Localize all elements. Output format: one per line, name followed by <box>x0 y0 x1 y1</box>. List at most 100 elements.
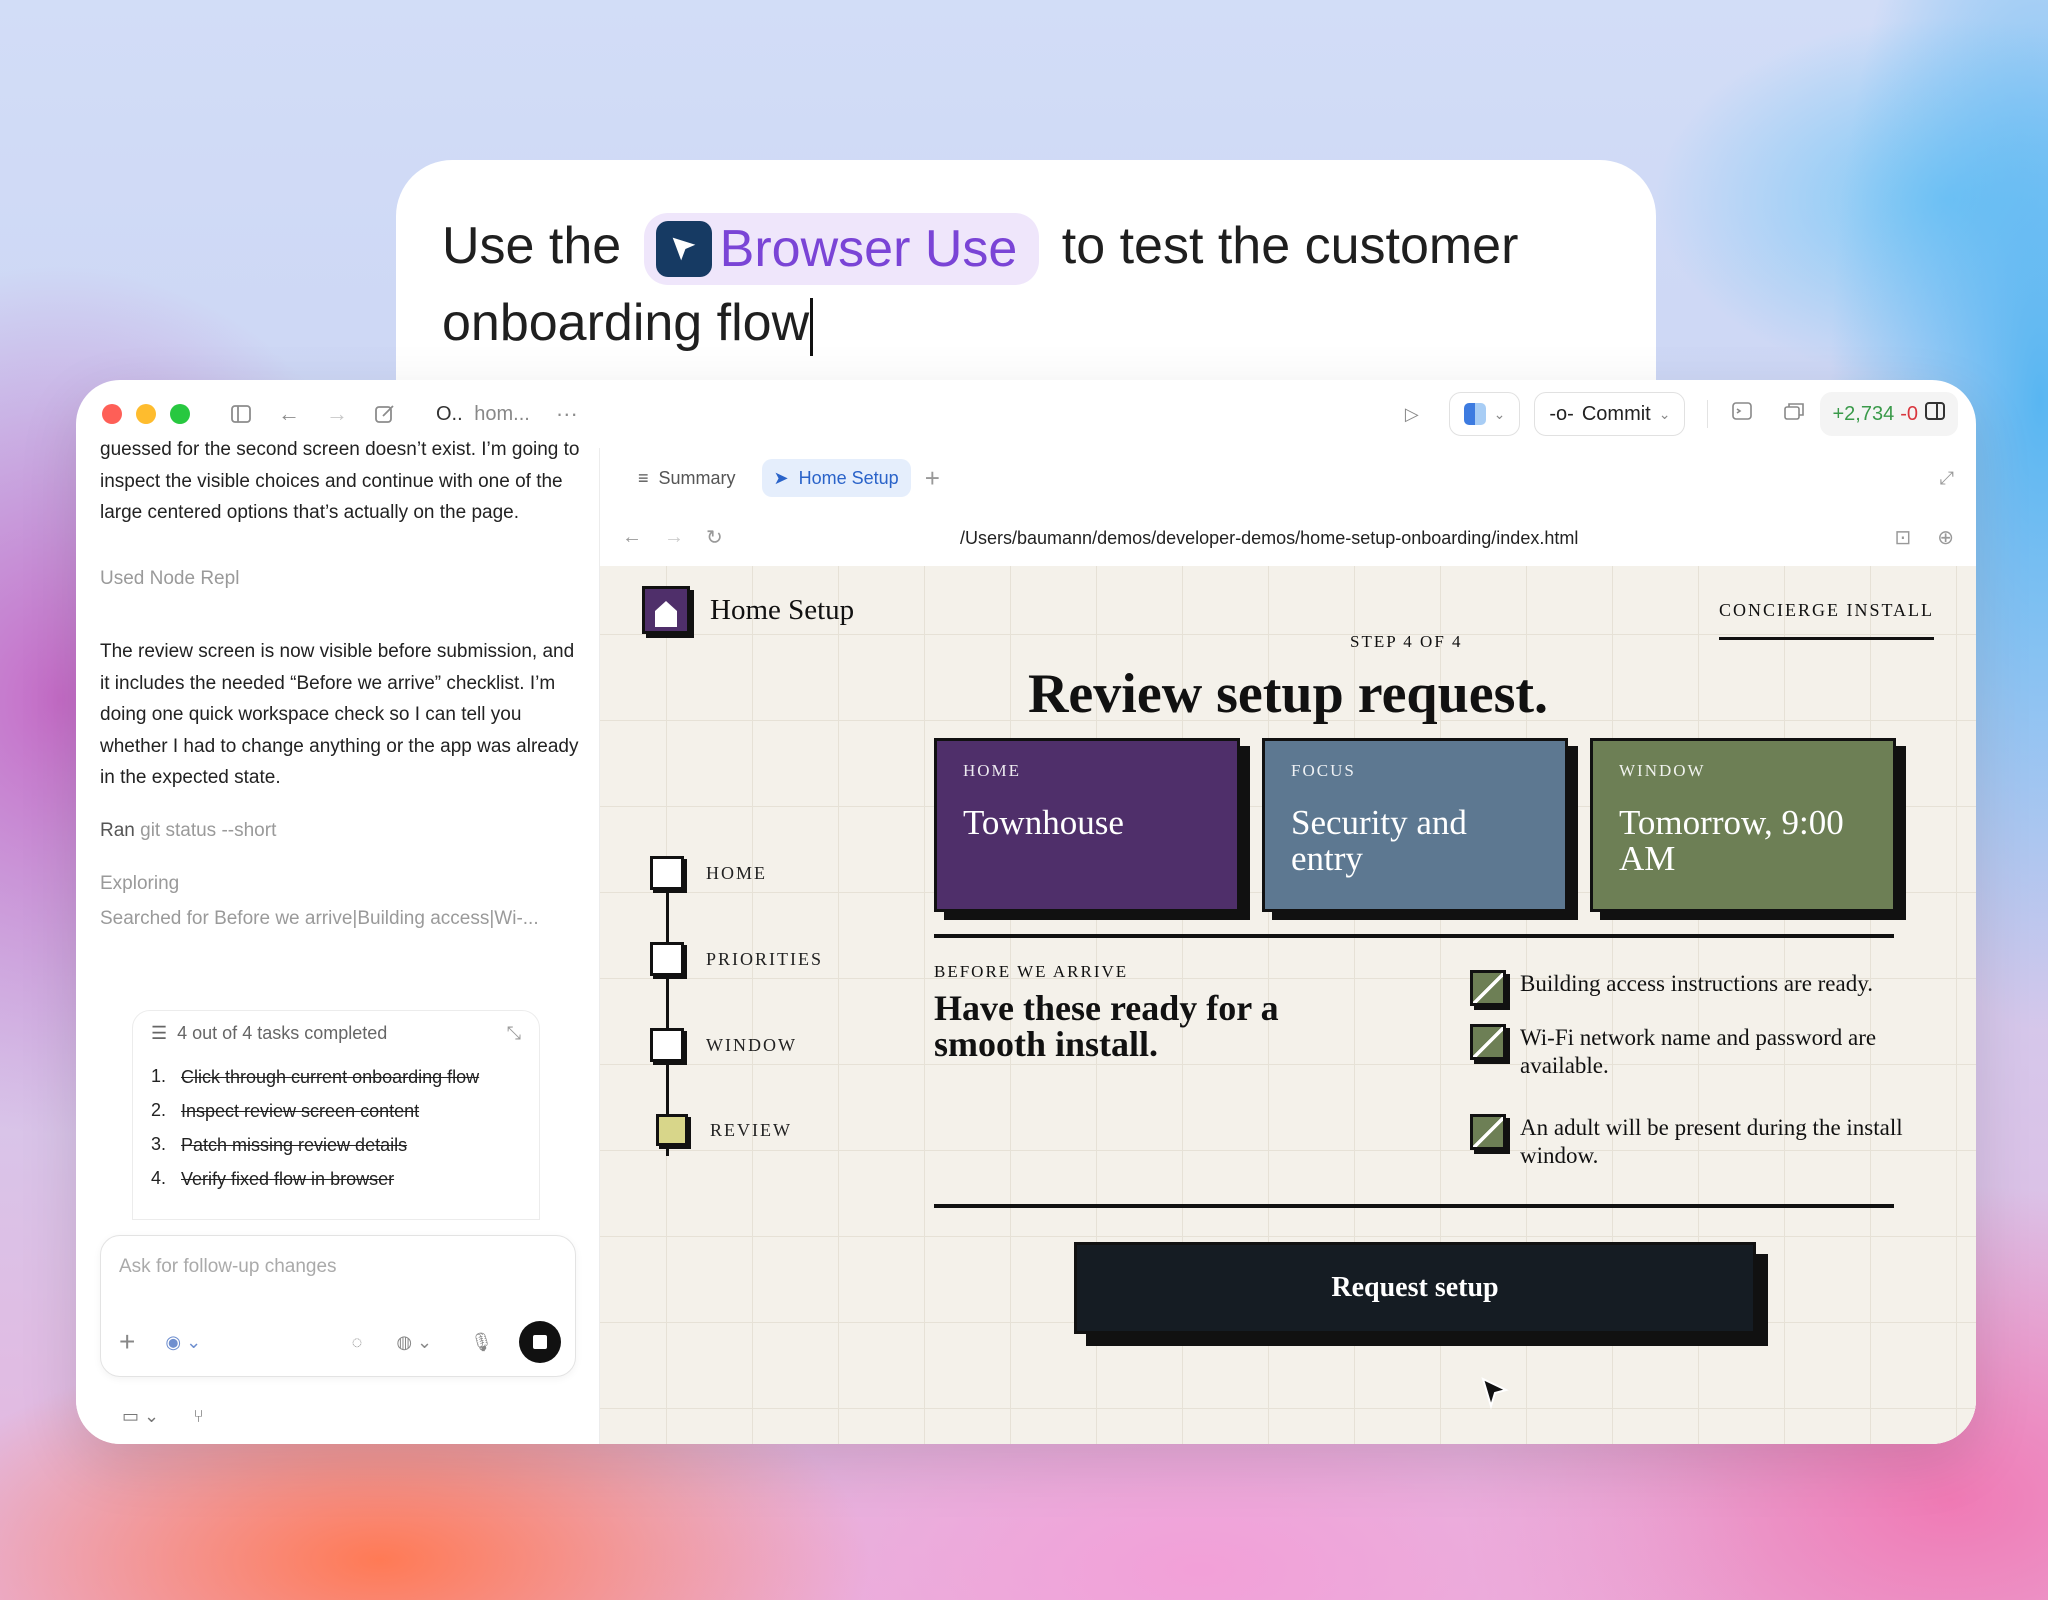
checkbox-icon <box>1470 1114 1506 1150</box>
step-label: PRIORITIES <box>706 948 824 969</box>
composer[interactable]: Ask for follow-up changes + ◉ ⌄ ◌ ◍ ⌄ 🎙 <box>100 1235 576 1377</box>
task-item: ⊘4.Verify fixed flow in browser <box>151 1168 1016 1191</box>
chevron-down-icon: ⌄ <box>1493 405 1506 422</box>
forward-arrow-icon[interactable]: → <box>326 401 348 427</box>
stepper-item-priorities[interactable]: PRIORITIES <box>650 942 823 976</box>
tasks: ⊘1.Click through current onboarding flow… <box>151 1066 1016 1191</box>
before-we-arrive-heading: Have these ready for a smooth install. <box>934 988 1279 1064</box>
task-item: ⊘3.Patch missing review details <box>151 1134 1016 1157</box>
loading-spinner-icon: ◌ <box>351 1331 363 1352</box>
summary-card-focus[interactable]: FOCUS Security and entry <box>1262 738 1568 912</box>
checkbox-icon <box>1470 970 1506 1006</box>
request-setup-button[interactable]: Request setup <box>1074 1242 1756 1334</box>
commit-button[interactable]: -o- Commit ⌄ <box>1534 392 1686 436</box>
add-icon[interactable]: + <box>119 1326 135 1358</box>
address-bar[interactable]: /Users/baumann/demos/developer-demos/hom… <box>960 528 1578 549</box>
concierge-install-link[interactable]: CONCIERGE INSTALL <box>1718 600 1934 640</box>
zoom-window-button[interactable] <box>170 404 190 424</box>
more-icon[interactable]: ··· <box>556 401 578 427</box>
windows-icon[interactable] <box>1782 399 1806 429</box>
collapse-icon[interactable]: ⤡ <box>507 1023 521 1044</box>
stop-button[interactable] <box>519 1321 561 1363</box>
chat-pane: guessed for the second screen doesn’t ex… <box>76 439 1016 1444</box>
browser-navbar: ← → ↻ /Users/baumann/demos/developer-dem… <box>600 508 1976 566</box>
brand-name[interactable]: Home Setup <box>710 594 854 627</box>
window-title-short: O.. <box>436 402 463 425</box>
desktop-background: Use the Browser Use to test the customer… <box>0 0 2048 1600</box>
window-title[interactable]: O.. hom... <box>436 403 530 426</box>
task-list-header: ☰ 4 out of 4 tasks completed ⤡ <box>151 1023 521 1044</box>
sidebar-toggle-icon[interactable] <box>230 403 252 425</box>
finder-icon <box>1463 403 1486 425</box>
ran-prefix: Ran <box>100 820 135 841</box>
divider <box>934 1204 1894 1208</box>
add-circle-icon[interactable]: ⊕ <box>1937 525 1954 550</box>
browser-pane: ≡ Summary ➤ Home Setup + ⤢ ← → ↻ /Users/… <box>600 448 1976 1444</box>
expand-icon[interactable]: ⤢ <box>1940 468 1954 489</box>
editor-select[interactable]: ⌄ <box>1448 392 1521 436</box>
minimize-window-button[interactable] <box>136 404 156 424</box>
chevron-down-icon: ⌄ <box>1658 405 1671 422</box>
divider <box>1707 400 1709 428</box>
web-page: Home Setup CONCIERGE INSTALL STEP 4 OF 4… <box>600 566 1976 1444</box>
tab-home-setup[interactable]: ➤ Home Setup <box>761 459 911 497</box>
tab-summary[interactable]: ≡ Summary <box>626 459 748 497</box>
task-item: ⊘1.Click through current onboarding flow <box>151 1066 1016 1089</box>
step-box <box>650 856 684 890</box>
assistant-message: The review screen is now visible before … <box>100 641 579 788</box>
stepper-item-review[interactable]: REVIEW <box>656 1114 792 1146</box>
tool-used[interactable]: Used Node Repl <box>100 568 239 590</box>
terminal-icon[interactable] <box>1730 399 1754 429</box>
additions-count: +2,734 <box>1832 402 1895 425</box>
summary-card-window[interactable]: WINDOW Tomorrow, 9:00 AM <box>1590 738 1896 912</box>
screenshot-icon[interactable]: ⊡ <box>1894 525 1911 550</box>
step-label: HOME <box>706 862 767 883</box>
tasks-summary: 4 out of 4 tasks completed <box>177 1023 388 1043</box>
composer-input[interactable]: Ask for follow-up changes <box>119 1256 337 1278</box>
run-icon[interactable]: ▷ <box>1405 404 1419 425</box>
prompt-text-after: to test the customer <box>1061 217 1519 275</box>
task-number: 4. <box>151 1168 167 1188</box>
exploring-label: Exploring <box>100 873 180 894</box>
composer-toolbar: + ◉ ⌄ ◌ ◍ ⌄ 🎙 <box>119 1320 561 1364</box>
ran-command[interactable]: Ran git status --short <box>100 820 276 842</box>
commit-label: Commit <box>1581 402 1651 425</box>
task-text: Patch missing review details <box>181 1135 408 1155</box>
checklist-icon: ☰ <box>151 1023 168 1043</box>
checklist-text: Wi-Fi network name and password are avai… <box>1520 1025 1877 1078</box>
back-arrow-icon[interactable]: ← <box>622 526 642 549</box>
laptop-icon[interactable]: ▭ ⌄ <box>122 1406 159 1427</box>
home-setup-logo <box>642 586 690 634</box>
branch-icon[interactable]: ⑂ <box>193 1406 204 1427</box>
stepper-item-window[interactable]: WINDOW <box>650 1028 797 1062</box>
globe-select[interactable]: ◍ ⌄ <box>396 1332 432 1353</box>
task-number: 2. <box>151 1100 167 1120</box>
back-arrow-icon[interactable]: ← <box>278 401 300 427</box>
step-indicator: STEP 4 OF 4 <box>1350 632 1463 651</box>
step-label: WINDOW <box>706 1034 797 1055</box>
browser-use-chip-label: Browser Use <box>719 220 1018 279</box>
close-window-button[interactable] <box>102 404 122 424</box>
step-box <box>650 942 684 976</box>
checklist-text: An adult will be present during the inst… <box>1520 1115 1903 1168</box>
reload-icon[interactable]: ↻ <box>706 525 723 550</box>
checklist-item: An adult will be present during the inst… <box>1470 1114 1970 1170</box>
model-select[interactable]: ◉ ⌄ <box>165 1332 201 1353</box>
card-label: FOCUS <box>1291 761 1356 780</box>
panel-toggle-icon <box>1924 400 1946 428</box>
summary-card-home[interactable]: HOME Townhouse <box>934 738 1240 912</box>
compose-icon[interactable] <box>374 403 396 425</box>
search-step[interactable]: Searched for Before we arrive|Building a… <box>100 908 539 930</box>
assistant-message: guessed for the second screen doesn’t ex… <box>100 439 580 523</box>
mouse-pointer-icon <box>1481 1377 1509 1410</box>
browser-use-chip[interactable]: Browser Use <box>643 213 1040 286</box>
checklist-item: Wi-Fi network name and password are avai… <box>1470 1024 1970 1080</box>
forward-arrow-icon[interactable]: → <box>664 526 684 549</box>
new-tab-icon[interactable]: + <box>925 463 940 494</box>
diff-stat[interactable]: +2,734 -0 <box>1820 392 1958 436</box>
card-label: HOME <box>963 761 1022 780</box>
stepper-item-home[interactable]: HOME <box>650 856 767 890</box>
task-number: 3. <box>151 1134 167 1154</box>
microphone-icon[interactable]: 🎙 <box>470 1332 493 1353</box>
ran-command-text: git status --short <box>140 820 277 841</box>
